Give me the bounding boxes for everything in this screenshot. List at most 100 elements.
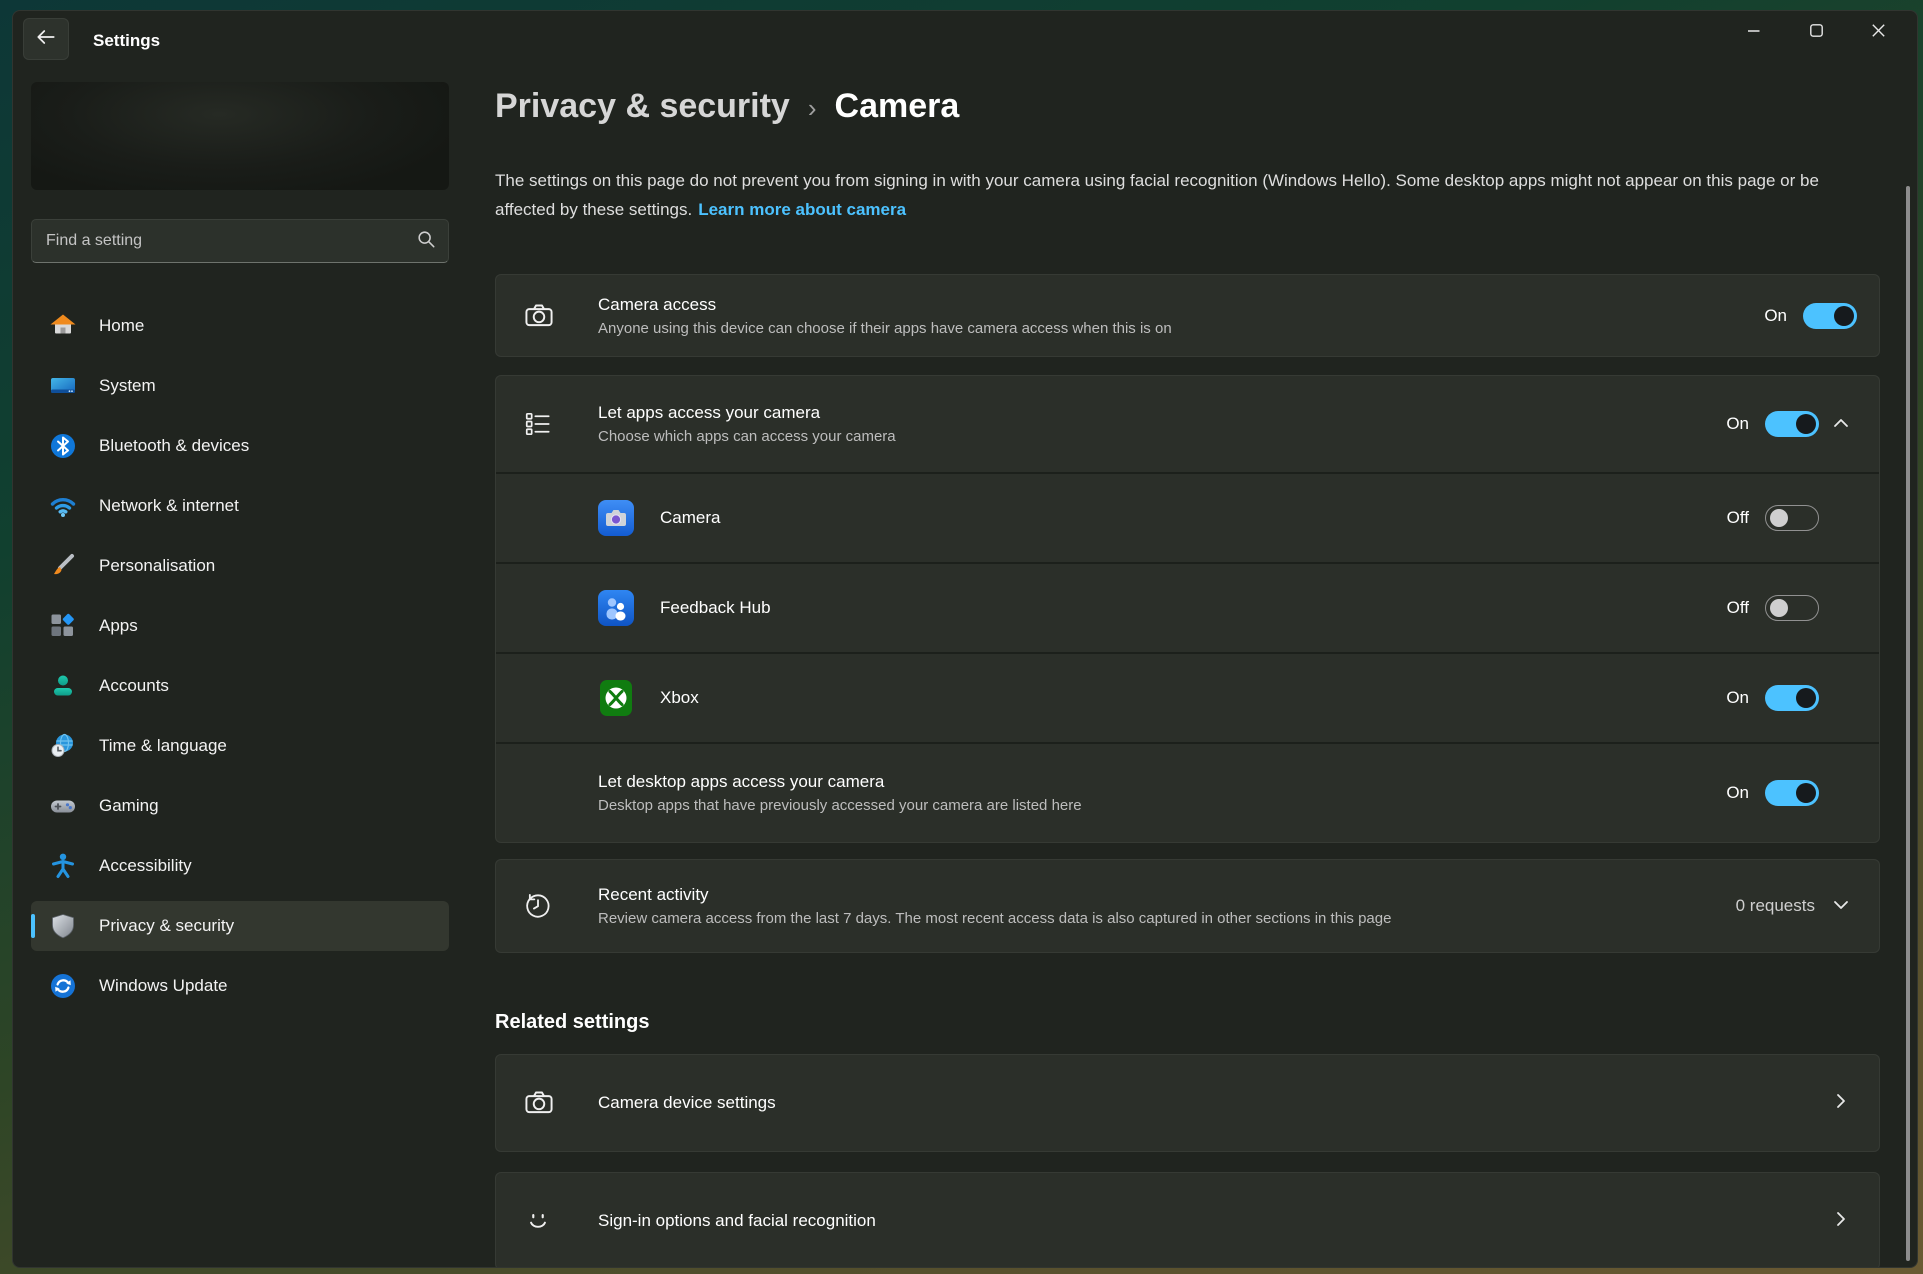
desktop-apps-state: On <box>1726 783 1749 803</box>
camera-access-description: Anyone using this device can choose if t… <box>598 320 1764 337</box>
sidebar-item-accounts[interactable]: Accounts <box>31 661 449 711</box>
desktop-apps-row: Let desktop apps access your camera Desk… <box>496 742 1879 842</box>
desktop-apps-toggle[interactable] <box>1765 780 1819 806</box>
xbox-app-icon <box>598 680 634 716</box>
sidebar-item-privacy-security[interactable]: Privacy & security <box>31 901 449 951</box>
chevron-right-icon <box>1836 1093 1846 1114</box>
back-arrow-icon <box>34 25 58 54</box>
desktop-apps-title: Let desktop apps access your camera <box>598 772 1726 792</box>
globe-clock-icon <box>49 732 77 760</box>
learn-more-link[interactable]: Learn more about camera <box>698 200 906 219</box>
let-apps-title: Let apps access your camera <box>598 403 1726 423</box>
recent-activity-expand[interactable] <box>1819 897 1863 915</box>
vertical-scrollbar[interactable] <box>1906 186 1910 1261</box>
sidebar-item-label: Time & language <box>99 736 227 756</box>
brush-icon <box>49 552 77 580</box>
main-content: Privacy & security › Camera The settings… <box>495 11 1880 1268</box>
app-row-camera: Camera Off <box>496 472 1879 562</box>
sidebar-item-label: Accessibility <box>99 856 192 876</box>
sidebar-item-label: Bluetooth & devices <box>99 436 249 456</box>
shield-icon <box>49 912 77 940</box>
bluetooth-icon <box>49 432 77 460</box>
camera-access-toggle[interactable] <box>1803 303 1857 329</box>
system-icon <box>49 372 77 400</box>
camera-access-title: Camera access <box>598 295 1764 315</box>
gamepad-icon <box>49 792 77 820</box>
feedback-hub-app-icon <box>598 590 634 626</box>
camera-app-toggle[interactable] <box>1765 505 1819 531</box>
let-apps-group-card: Let apps access your camera Choose which… <box>495 375 1880 843</box>
breadcrumb: Privacy & security › Camera <box>495 87 1880 126</box>
breadcrumb-parent[interactable]: Privacy & security <box>495 87 790 126</box>
page-description-text: The settings on this page do not prevent… <box>495 171 1819 219</box>
desktop-apps-description: Desktop apps that have previously access… <box>598 797 1726 814</box>
camera-icon <box>523 300 557 332</box>
sidebar-item-label: Privacy & security <box>99 916 234 936</box>
sidebar-item-label: System <box>99 376 156 396</box>
camera-device-settings-link[interactable]: Camera device settings <box>495 1054 1880 1152</box>
sidebar-item-label: Apps <box>99 616 138 636</box>
app-state: On <box>1726 688 1749 708</box>
search-input[interactable] <box>46 232 416 250</box>
related-item-label: Camera device settings <box>598 1093 1819 1113</box>
let-apps-description: Choose which apps can access your camera <box>598 428 1726 445</box>
let-apps-toggle[interactable] <box>1765 411 1819 437</box>
sidebar-item-label: Accounts <box>99 676 169 696</box>
sidebar-item-bluetooth[interactable]: Bluetooth & devices <box>31 421 449 471</box>
recent-activity-title: Recent activity <box>598 885 1736 905</box>
breadcrumb-separator: › <box>808 93 817 124</box>
xbox-toggle[interactable] <box>1765 685 1819 711</box>
sidebar-item-label: Personalisation <box>99 556 215 576</box>
sidebar-item-accessibility[interactable]: Accessibility <box>31 841 449 891</box>
sidebar-item-home[interactable]: Home <box>31 301 449 351</box>
chevron-up-icon <box>1833 415 1849 433</box>
related-settings-heading: Related settings <box>495 1011 1880 1034</box>
sidebar-item-network[interactable]: Network & internet <box>31 481 449 531</box>
sidebar-item-gaming[interactable]: Gaming <box>31 781 449 831</box>
sidebar-item-label: Network & internet <box>99 496 239 516</box>
let-apps-header-row[interactable]: Let apps access your camera Choose which… <box>496 376 1879 472</box>
sidebar-item-personalisation[interactable]: Personalisation <box>31 541 449 591</box>
feedback-hub-toggle[interactable] <box>1765 595 1819 621</box>
sidebar-item-apps[interactable]: Apps <box>31 601 449 651</box>
settings-window: Settings Home <box>12 10 1918 1268</box>
app-list-icon <box>523 409 557 439</box>
sidebar-item-windows-update[interactable]: Windows Update <box>31 961 449 1011</box>
chevron-right-icon <box>1836 1211 1846 1232</box>
accessibility-person-icon <box>49 852 77 880</box>
sidebar-nav: Home System Bluetooth & devices Network … <box>31 301 449 1021</box>
sign-in-options-link[interactable]: Sign-in options and facial recognition <box>495 1172 1880 1268</box>
recent-activity-description: Review camera access from the last 7 day… <box>598 910 1736 927</box>
camera-access-state: On <box>1764 306 1787 326</box>
recent-activity-card[interactable]: Recent activity Review camera access fro… <box>495 859 1880 953</box>
sidebar-item-time-language[interactable]: Time & language <box>31 721 449 771</box>
update-refresh-icon <box>49 972 77 1000</box>
app-row-feedback-hub: Feedback Hub Off <box>496 562 1879 652</box>
let-apps-state: On <box>1726 414 1749 434</box>
history-icon <box>523 891 557 921</box>
app-state: Off <box>1727 508 1749 528</box>
app-name: Feedback Hub <box>660 598 1727 618</box>
let-apps-collapse[interactable] <box>1819 415 1863 433</box>
account-profile-card <box>31 82 449 190</box>
app-row-xbox: Xbox On <box>496 652 1879 742</box>
related-item-label: Sign-in options and facial recognition <box>598 1211 1819 1231</box>
search-box <box>31 219 449 263</box>
sidebar-item-system[interactable]: System <box>31 361 449 411</box>
chevron-down-icon <box>1833 897 1849 915</box>
navigate-arrow <box>1819 1093 1863 1114</box>
home-icon <box>49 312 77 340</box>
back-button[interactable] <box>23 18 69 60</box>
app-name: Camera <box>660 508 1727 528</box>
sidebar-item-label: Windows Update <box>99 976 228 996</box>
person-icon <box>49 672 77 700</box>
app-title: Settings <box>93 31 160 51</box>
face-icon <box>523 1206 557 1236</box>
page-title: Camera <box>835 87 960 126</box>
search-icon <box>416 229 436 254</box>
apps-icon <box>49 612 77 640</box>
app-state: Off <box>1727 598 1749 618</box>
recent-activity-count: 0 requests <box>1736 896 1815 916</box>
camera-app-icon <box>598 500 634 536</box>
page-description: The settings on this page do not prevent… <box>495 166 1880 224</box>
